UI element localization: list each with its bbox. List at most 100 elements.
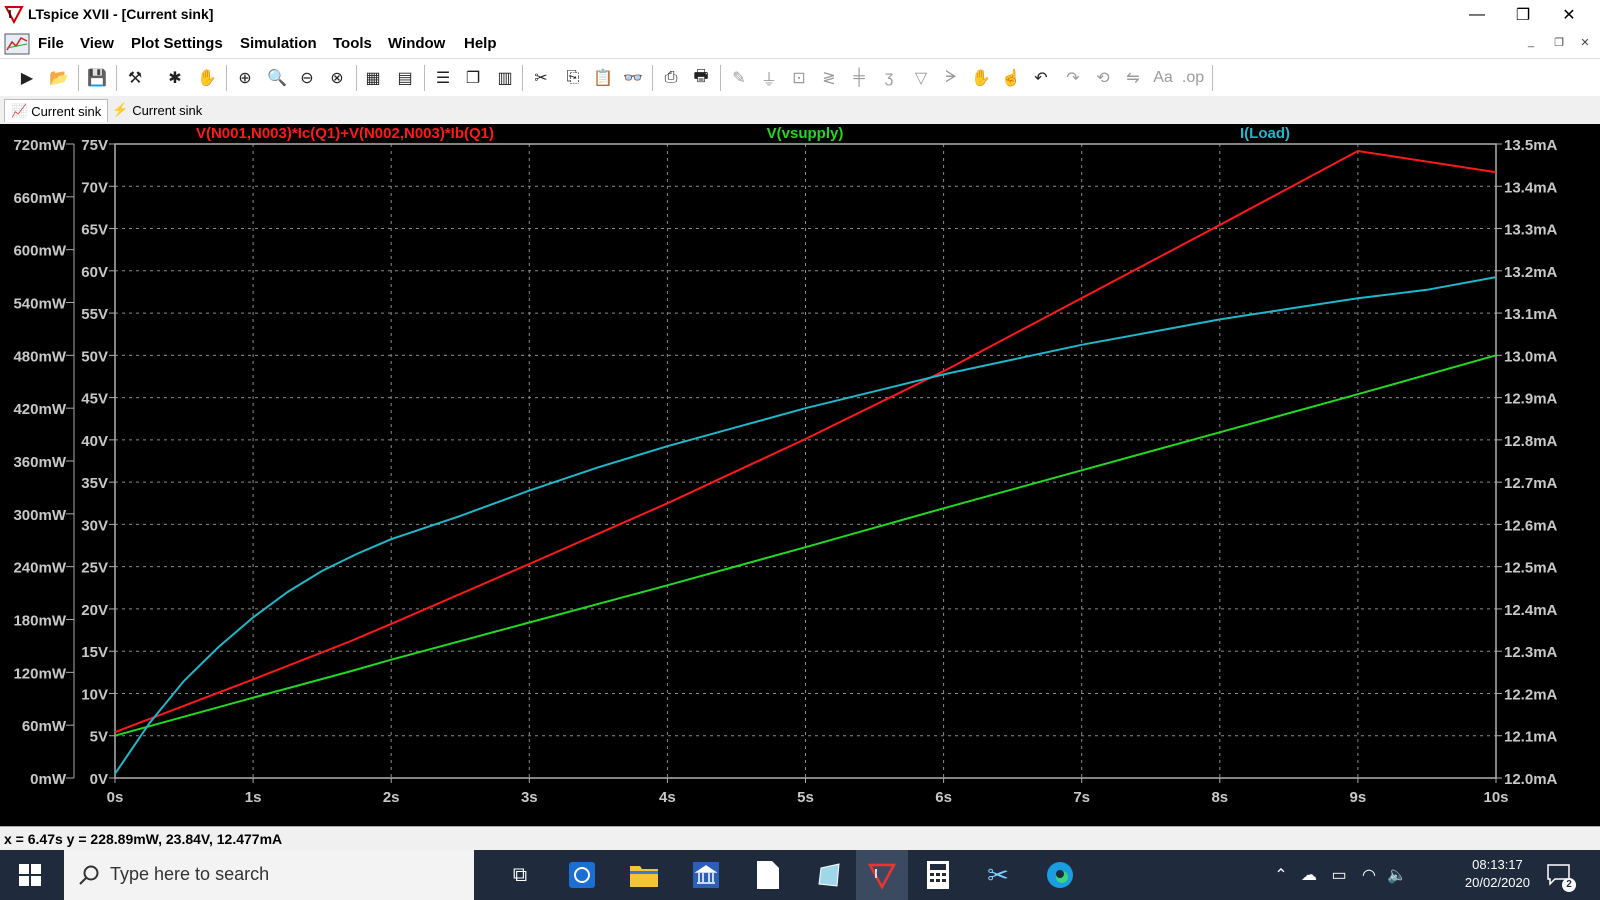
battery-icon[interactable]: ▭ [1328,864,1350,886]
search-placeholder: Type here to search [110,864,270,884]
power-tick-label: 540mW [13,296,66,313]
x-tick-label: 2s [383,789,400,806]
mdi-restore-button[interactable]: ❐ [1548,36,1570,54]
calculator-icon[interactable] [922,859,954,891]
spice-directive-icon[interactable]: .op [1182,67,1204,89]
current-tick-label: 13.4mA [1504,179,1558,196]
print-icon[interactable]: 🖶 [690,67,712,89]
label-icon[interactable]: ⊡ [788,67,810,89]
tile-horizontal-icon[interactable]: ☰ [432,67,454,89]
menu-bar: File View Plot Settings Simulation Tools… [0,30,1600,58]
show-hidden-icons-icon[interactable]: ⌃ [1270,864,1292,886]
mirror-icon[interactable]: ⇋ [1122,67,1144,89]
zoom-fit-icon[interactable]: ▤ [394,67,416,89]
minimize-button[interactable]: — [1454,0,1500,30]
voltage-tick-label: 0V [90,771,108,788]
power-tick-label: 120mW [13,665,66,682]
current-tick-label: 12.3mA [1504,644,1558,661]
ground-icon[interactable]: ⏚ [758,67,780,89]
run-icon[interactable]: ▶ [16,67,38,89]
plot-canvas[interactable]: 0s 1s 2s 3s 4s 5s 6s 7s 8s 9s 10s 0mW 60mW 120mW 180mW… [0,124,1600,826]
bank-app-icon[interactable] [690,859,722,891]
component-icon[interactable]: ᗒ [940,67,962,89]
status-bar: x = 6.47s y = 228.89mW, 23.84V, 12.477mA [0,826,1600,851]
current-tick-label: 13.2mA [1504,264,1558,281]
power-tick-label: 180mW [13,613,66,630]
copy-icon[interactable]: ⎘ [562,67,584,89]
windows-taskbar: Type here to search ⧉ ✂ ⌃ ☁ ▭ ◠ 🔈 08:13:… [0,850,1600,900]
power-tick-label: 0mW [30,771,67,788]
current-tick-label: 13.1mA [1504,306,1558,323]
window-title: LTspice XVII - [Current sink] [28,6,214,22]
power-tick-label: 720mW [13,137,66,154]
start-button[interactable] [14,859,46,891]
wifi-icon[interactable]: ◠ [1358,864,1380,886]
tab-schematic[interactable]: ⚡ Current sink [106,99,208,121]
snipping-tool-icon[interactable]: ✂ [982,859,1014,891]
voltage-tick-label: 35V [81,475,108,492]
open-icon[interactable]: 📂 [48,67,70,89]
current-tick-label: 12.9mA [1504,391,1558,408]
redo-icon[interactable]: ↷ [1062,67,1084,89]
waveform-plot[interactable]: 0s 1s 2s 3s 4s 5s 6s 7s 8s 9s 10s 0mW 60mW 120mW 180mW… [0,124,1600,826]
edge-browser-icon[interactable] [1044,859,1076,891]
menu-simulation[interactable]: Simulation [240,35,317,52]
autoscale-icon[interactable]: ▦ [362,67,384,89]
voltage-tick-label: 50V [81,348,108,365]
x-tick-label: 9s [1350,789,1367,806]
cascade-icon[interactable]: ❐ [462,67,484,89]
resistor-icon[interactable]: ≷ [818,67,840,89]
waveform-window-icon[interactable] [4,32,30,56]
diode-icon[interactable]: ▽ [910,67,932,89]
power-tick-label: 60mW [22,718,67,735]
ltspice-logo-icon [4,6,24,24]
paste-icon[interactable]: 📋 [592,67,614,89]
cut-icon[interactable]: ✂ [530,67,552,89]
restore-button[interactable]: ❐ [1500,0,1546,30]
app-sync-icon[interactable] [566,859,598,891]
current-tick-label: 12.1mA [1504,729,1558,746]
menu-help[interactable]: Help [464,35,497,52]
save-icon[interactable]: 💾 [86,67,108,89]
undo-icon[interactable]: ↶ [1030,67,1052,89]
file-explorer-icon[interactable] [628,859,660,891]
volume-icon[interactable]: 🔈 [1386,864,1408,886]
tab-label: Current sink [132,102,203,118]
taskbar-search[interactable]: Type here to search [64,850,474,900]
power-tick-label: 480mW [13,348,66,365]
tab-waveform[interactable]: 📈 Current sink [4,99,109,122]
print-preview-icon[interactable]: ⎙ [660,67,682,89]
system-clock[interactable]: 08:13:17 20/02/2020 [1465,856,1530,892]
onedrive-icon[interactable]: ☁ [1298,864,1320,886]
tile-vertical-icon[interactable]: ▥ [494,67,516,89]
notepad-icon[interactable] [752,859,784,891]
rotate-icon[interactable]: ⟲ [1092,67,1114,89]
menu-tools[interactable]: Tools [333,35,372,52]
menu-plot-settings[interactable]: Plot Settings [131,35,223,52]
mdi-minimize-button[interactable]: _ [1520,36,1542,54]
move-icon[interactable]: ✋ [970,67,992,89]
ltspice-taskbar-icon[interactable] [856,850,908,900]
zoom-in-icon[interactable]: ⊕ [234,67,256,89]
inductor-icon[interactable]: ʒ [878,67,900,89]
find-icon[interactable]: 👓 [622,67,644,89]
close-button[interactable]: ✕ [1546,0,1592,30]
zoom-cancel-icon[interactable]: ⊗ [326,67,348,89]
mdi-close-button[interactable]: ✕ [1574,36,1596,54]
zoom-out-icon[interactable]: ⊖ [296,67,318,89]
menu-window[interactable]: Window [388,35,445,52]
wire-icon[interactable]: ✎ [728,67,750,89]
app-diamond-icon[interactable] [814,859,846,891]
capacitor-icon[interactable]: ╪ [848,67,870,89]
zoom-area-icon[interactable]: 🔍 [266,67,288,89]
drag-icon[interactable]: ☝ [1000,67,1022,89]
halt-icon[interactable]: ✱ [164,67,186,89]
control-panel-icon[interactable]: ⚒ [124,67,146,89]
task-view-icon[interactable]: ⧉ [504,859,536,891]
menu-file[interactable]: File [38,35,64,52]
text-icon[interactable]: Aa [1152,67,1174,89]
pan-icon[interactable]: ✋ [196,67,218,89]
schematic-icon: ⚡ [112,102,129,117]
trace-label-current: I(Load) [1240,125,1290,142]
menu-view[interactable]: View [80,35,114,52]
